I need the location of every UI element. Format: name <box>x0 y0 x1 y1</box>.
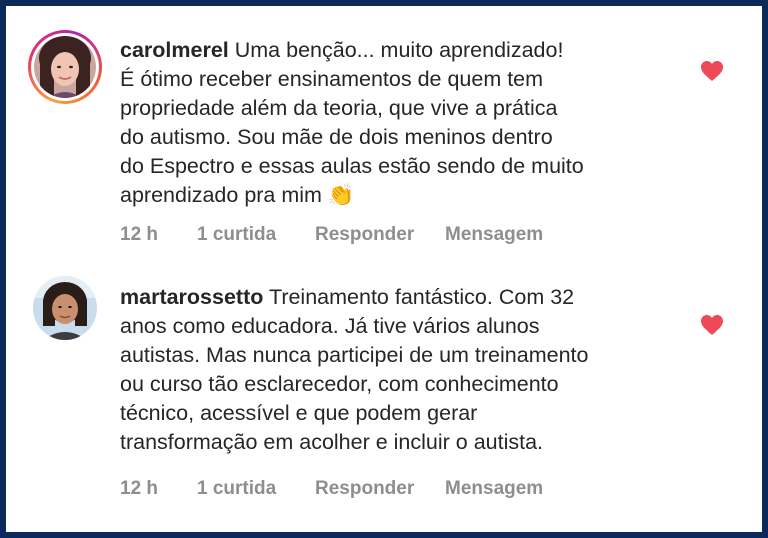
heart-icon[interactable] <box>700 60 724 82</box>
reply-button[interactable]: Responder <box>315 478 445 500</box>
comment-time: 12 h <box>120 224 159 245</box>
comment-username[interactable]: martarossetto <box>120 285 263 309</box>
comment-body: Treinamento fantástico. Com 32 anos como… <box>120 285 589 454</box>
avatar-story-ring[interactable] <box>28 30 102 104</box>
avatar <box>34 36 96 98</box>
reply-button[interactable]: Responder <box>315 224 445 246</box>
comment-username[interactable]: carolmerel <box>120 38 229 62</box>
avatar-wrapper[interactable] <box>33 276 97 340</box>
heart-icon[interactable] <box>700 314 724 336</box>
comment-body: Uma benção... muito aprendizado! É ótimo… <box>120 38 584 207</box>
message-button[interactable]: Mensagem <box>445 478 543 500</box>
comments-panel: carolmerel Uma benção... muito aprendiza… <box>6 6 762 532</box>
avatar <box>33 276 97 340</box>
comment-meta: 12 h 1 curtida Responder Mensagem <box>120 478 543 500</box>
message-button[interactable]: Mensagem <box>445 224 543 246</box>
comment-time: 12 h <box>120 478 159 499</box>
comment-likes[interactable]: 1 curtida <box>197 478 315 500</box>
comment-likes[interactable]: 1 curtida <box>197 224 315 246</box>
comment-meta: 12 h 1 curtida Responder Mensagem <box>120 224 543 246</box>
comment-text: martarossetto Treinamento fantástico. Co… <box>120 283 680 457</box>
comment-text: carolmerel Uma benção... muito aprendiza… <box>120 36 680 210</box>
